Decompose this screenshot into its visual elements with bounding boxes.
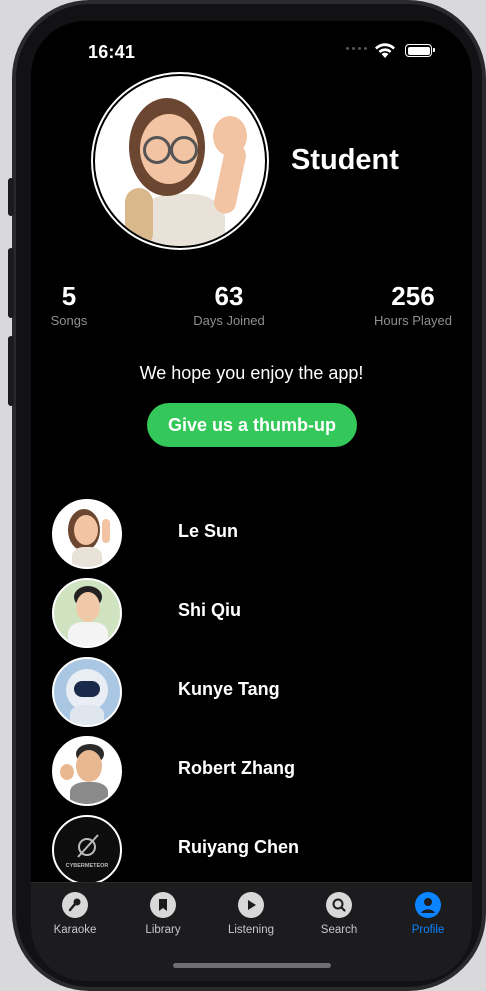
svg-text:CYBERMETEOR: CYBERMETEOR bbox=[66, 863, 109, 869]
volume-up-button bbox=[8, 248, 14, 318]
cybermeteor-logo: CYBERMETEOR bbox=[66, 834, 109, 869]
stat-hours-label: Hours Played bbox=[373, 313, 453, 328]
person-icon bbox=[415, 892, 441, 918]
tab-label: Karaoke bbox=[53, 924, 97, 936]
tab-search[interactable]: Search bbox=[299, 892, 379, 936]
thumb-up-button[interactable]: Give us a thumb-up bbox=[147, 403, 357, 447]
welcome-message: We hope you enjoy the app! bbox=[139, 363, 364, 383]
cellular-signal-icon bbox=[346, 47, 367, 50]
battery-icon bbox=[405, 44, 435, 57]
friend-name: Kunye Tang bbox=[178, 679, 280, 699]
friend-name: Robert Zhang bbox=[178, 758, 295, 778]
stat-days-label: Days Joined bbox=[193, 313, 265, 328]
tab-library[interactable]: Library bbox=[123, 892, 203, 936]
tab-listening[interactable]: Listening bbox=[211, 892, 291, 936]
status-time: 16:41 bbox=[88, 42, 136, 62]
avatar bbox=[52, 499, 122, 569]
friend-name: Le Sun bbox=[178, 521, 239, 541]
volume-down-button bbox=[8, 336, 14, 406]
avatar bbox=[52, 736, 122, 806]
home-indicator[interactable] bbox=[173, 963, 331, 968]
tab-label: Search bbox=[320, 924, 358, 936]
stat-days-joined: 63 Days Joined bbox=[177, 281, 281, 328]
tab-label: Library bbox=[145, 924, 181, 936]
tab-profile[interactable]: Profile bbox=[388, 892, 468, 936]
profile-avatar[interactable] bbox=[93, 74, 267, 248]
wifi-icon bbox=[375, 43, 395, 58]
tab-label: Profile bbox=[411, 924, 445, 936]
microphone-icon bbox=[62, 892, 88, 918]
stat-hours-played: 256 Hours Played bbox=[359, 281, 467, 328]
mute-switch bbox=[8, 178, 14, 216]
app-screen: 16:41 Student 5 Songs 63 Days Joined 256… bbox=[31, 21, 472, 981]
stat-hours-value: 256 bbox=[391, 281, 435, 311]
stat-songs: 5 Songs bbox=[45, 281, 93, 328]
search-icon bbox=[326, 892, 352, 918]
friend-row[interactable]: Shi Qiu bbox=[52, 578, 452, 648]
stat-songs-label: Songs bbox=[50, 313, 88, 328]
friend-row[interactable]: Robert Zhang bbox=[52, 736, 452, 806]
tab-karaoke[interactable]: Karaoke bbox=[35, 892, 115, 936]
stat-songs-value: 5 bbox=[61, 281, 77, 311]
tab-label: Listening bbox=[227, 924, 275, 936]
avatar: CYBERMETEOR bbox=[52, 815, 122, 885]
profile-username: Student bbox=[291, 144, 399, 176]
bookmark-icon bbox=[150, 892, 176, 918]
friend-row[interactable]: CYBERMETEOR Ruiyang Chen bbox=[52, 815, 452, 885]
avatar bbox=[52, 657, 122, 727]
avatar bbox=[52, 578, 122, 648]
friend-name: Shi Qiu bbox=[178, 600, 241, 620]
friend-row[interactable]: Le Sun bbox=[52, 499, 452, 569]
play-icon bbox=[238, 892, 264, 918]
friend-row[interactable]: Kunye Tang bbox=[52, 657, 452, 727]
stat-days-value: 63 bbox=[214, 281, 244, 311]
friend-name: Ruiyang Chen bbox=[178, 837, 300, 857]
